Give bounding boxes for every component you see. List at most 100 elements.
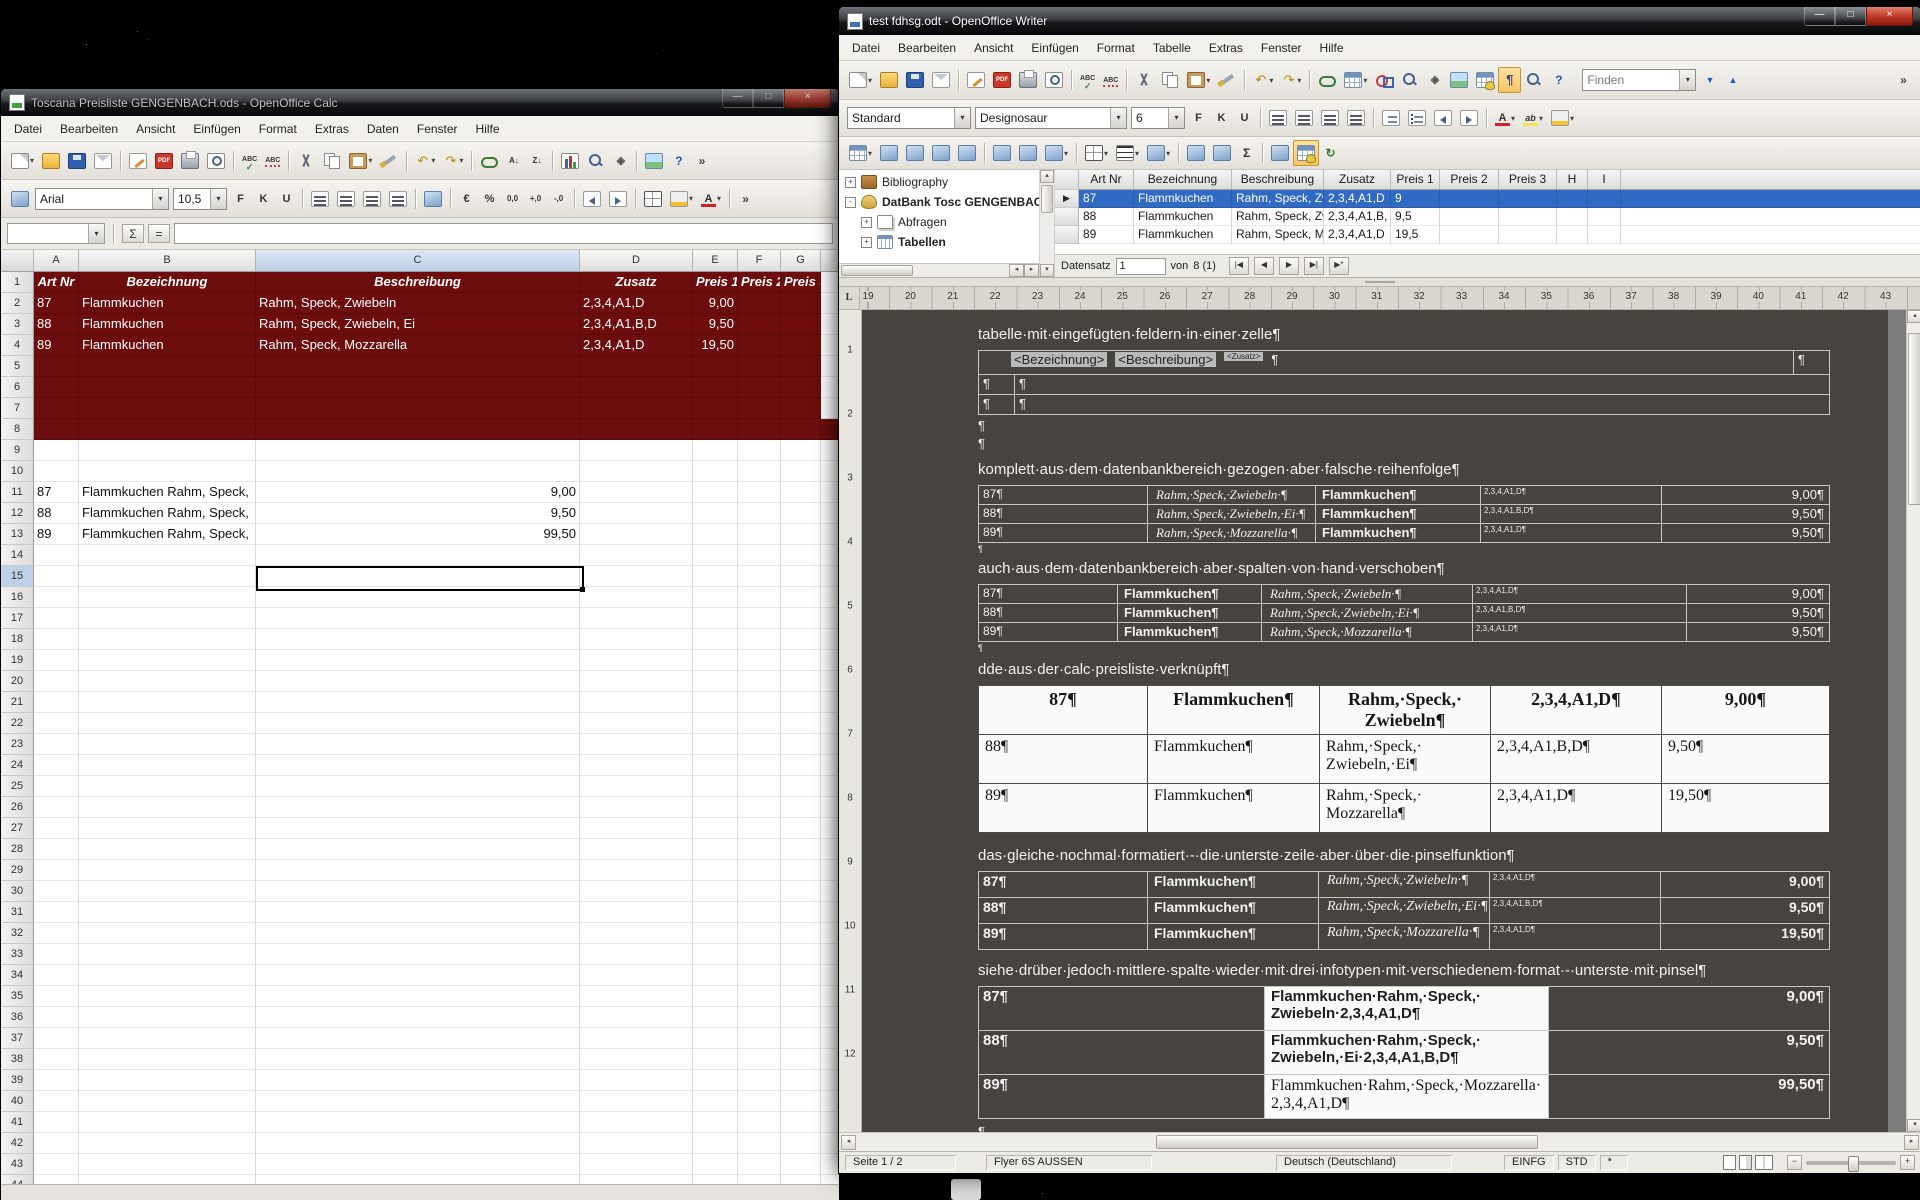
cell-E17[interactable] bbox=[693, 608, 738, 629]
menu-writer-hilfe[interactable]: Hilfe bbox=[1311, 38, 1353, 58]
cell-H2[interactable] bbox=[821, 293, 839, 314]
tree-item-tabellen[interactable]: +Tabellen bbox=[839, 232, 1039, 252]
cell-C23[interactable] bbox=[256, 734, 580, 755]
cell-A35[interactable] bbox=[34, 986, 79, 1007]
cell-G19[interactable] bbox=[781, 650, 821, 671]
grid-cell[interactable] bbox=[1588, 208, 1621, 226]
table-button[interactable]: ▾ bbox=[845, 140, 876, 166]
cell-H16[interactable] bbox=[821, 587, 839, 608]
row-header-23[interactable]: 23 bbox=[1, 734, 34, 755]
cell-H18[interactable] bbox=[821, 629, 839, 650]
empty-paragraph[interactable]: ¶ bbox=[978, 642, 1829, 655]
doc-table-cell[interactable]: Flammkuchen¶ bbox=[1148, 924, 1319, 950]
cell-C27[interactable] bbox=[256, 818, 580, 839]
menu-writer-fenster[interactable]: Fenster bbox=[1252, 38, 1311, 58]
cell-C41[interactable] bbox=[256, 1112, 580, 1133]
cell-G24[interactable] bbox=[781, 755, 821, 776]
row-header-15[interactable]: 15 bbox=[1, 566, 34, 587]
cell-B22[interactable] bbox=[79, 713, 256, 734]
cell-D19[interactable] bbox=[580, 650, 693, 671]
cell-F12[interactable] bbox=[738, 503, 781, 524]
cell-D34[interactable] bbox=[580, 965, 693, 986]
menu-writer-datei[interactable]: Datei bbox=[843, 38, 889, 58]
cell-B43[interactable] bbox=[79, 1154, 256, 1175]
doc-table-cell[interactable]: 2,3,4,A1,D¶ bbox=[1491, 686, 1662, 735]
doc-table-cell[interactable]: Flammkuchen¶ bbox=[1148, 686, 1320, 735]
align-left-button[interactable] bbox=[1265, 105, 1291, 131]
row-header-41[interactable]: 41 bbox=[1, 1112, 34, 1133]
doc-table-cell[interactable]: Flammkuchen¶ bbox=[1316, 524, 1481, 543]
doc-table-cell[interactable]: 2,3,4,A1,D¶ bbox=[1490, 872, 1661, 898]
cell-A22[interactable] bbox=[34, 713, 79, 734]
expander-icon[interactable]: + bbox=[845, 177, 856, 188]
cell-F8[interactable] bbox=[738, 419, 781, 440]
cell-F22[interactable] bbox=[738, 713, 781, 734]
bold-button[interactable]: F bbox=[1187, 105, 1210, 131]
cell-G7[interactable] bbox=[781, 398, 821, 419]
row-header-17[interactable]: 17 bbox=[1, 608, 34, 629]
menu-writer-extras[interactable]: Extras bbox=[1200, 38, 1252, 58]
doc-table-cell[interactable]: Flammkuchen¶ bbox=[1148, 898, 1319, 924]
cell-E36[interactable] bbox=[693, 1007, 738, 1028]
doc-table-cell[interactable]: Flammkuchen¶ bbox=[1316, 505, 1481, 524]
para-button[interactable]: ¶ bbox=[1498, 67, 1521, 93]
cell-D44[interactable] bbox=[580, 1175, 693, 1184]
spell-button[interactable]: ABC bbox=[1076, 67, 1099, 93]
writer-titlebar[interactable]: test fdhsg.odt - OpenOffice Writer — □ × bbox=[839, 7, 1920, 35]
cell-A20[interactable] bbox=[34, 671, 79, 692]
cell-H40[interactable] bbox=[821, 1091, 839, 1112]
status-language[interactable]: Deutsch (Deutschland) bbox=[1276, 1155, 1452, 1170]
new-button[interactable]: ▾ bbox=[845, 67, 876, 93]
cell-F42[interactable] bbox=[738, 1133, 781, 1154]
cell-F35[interactable] bbox=[738, 986, 781, 1007]
cell-G5[interactable] bbox=[781, 356, 821, 377]
mail-button[interactable] bbox=[928, 67, 954, 93]
row-header-21[interactable]: 21 bbox=[1, 692, 34, 713]
cell-C33[interactable] bbox=[256, 944, 580, 965]
delete-row-button[interactable] bbox=[928, 140, 954, 166]
status-insert-mode[interactable]: EINFG bbox=[1504, 1155, 1554, 1170]
cell-F7[interactable] bbox=[738, 398, 781, 419]
sum-button[interactable]: Σ bbox=[1235, 140, 1258, 166]
cell-E4[interactable]: 19,50 bbox=[693, 335, 738, 356]
cell-C39[interactable] bbox=[256, 1070, 580, 1091]
column-header-H[interactable]: H bbox=[821, 250, 839, 271]
print-button[interactable] bbox=[177, 148, 203, 174]
doc-heading[interactable]: das·​gleiche·​nochmal·​formatiert·​-·​di… bbox=[978, 845, 1829, 867]
cell-E44[interactable] bbox=[693, 1175, 738, 1184]
row-header-36[interactable]: 36 bbox=[1, 1007, 34, 1028]
cell-G17[interactable] bbox=[781, 608, 821, 629]
cell-D43[interactable] bbox=[580, 1154, 693, 1175]
cell-D16[interactable] bbox=[580, 587, 693, 608]
align-center-button[interactable] bbox=[333, 186, 359, 212]
delete-col-button[interactable] bbox=[954, 140, 980, 166]
doc-table-cell[interactable]: 89¶ bbox=[979, 524, 1148, 543]
doc-table-cell[interactable]: Flammkuchen¶ bbox=[1148, 735, 1320, 784]
cell-B23[interactable] bbox=[79, 734, 256, 755]
doc-table-cell[interactable]: Rahm,·​Speck,·​Zwiebeln¶ bbox=[1320, 686, 1491, 735]
menu-calc-daten[interactable]: Daten bbox=[358, 119, 408, 139]
cell-H39[interactable] bbox=[821, 1070, 839, 1091]
cell-F19[interactable] bbox=[738, 650, 781, 671]
cell-G31[interactable] bbox=[781, 902, 821, 923]
cell-C21[interactable] bbox=[256, 692, 580, 713]
menu-calc-einf-gen[interactable]: Einfügen bbox=[184, 119, 249, 139]
zoom-slider[interactable] bbox=[1806, 1161, 1896, 1165]
cell-B36[interactable] bbox=[79, 1007, 256, 1028]
doc-table-cell[interactable]: 19,50¶ bbox=[1662, 784, 1830, 833]
datasrc-button[interactable] bbox=[1472, 67, 1498, 93]
cell-D42[interactable] bbox=[580, 1133, 693, 1154]
menu-calc-ansicht[interactable]: Ansicht bbox=[127, 119, 184, 139]
cell-E6[interactable] bbox=[693, 377, 738, 398]
cell-B31[interactable] bbox=[79, 902, 256, 923]
cell-H7[interactable] bbox=[821, 398, 839, 419]
document-page[interactable]: tabelle·​mit·​eingefügten·​feldern·​in·​… bbox=[862, 310, 1888, 1132]
cell-D39[interactable] bbox=[580, 1070, 693, 1091]
row-header-31[interactable]: 31 bbox=[1, 902, 34, 923]
row-header-43[interactable]: 43 bbox=[1, 1154, 34, 1175]
mail-button[interactable] bbox=[90, 148, 116, 174]
cell-G2[interactable] bbox=[781, 293, 821, 314]
doc-table-cell[interactable]: Rahm,·​Speck,·​Zwiebeln·​¶ bbox=[1319, 872, 1490, 898]
numlist-button[interactable] bbox=[1378, 105, 1404, 131]
toolbar-overflow-button[interactable]: » bbox=[1892, 67, 1915, 93]
